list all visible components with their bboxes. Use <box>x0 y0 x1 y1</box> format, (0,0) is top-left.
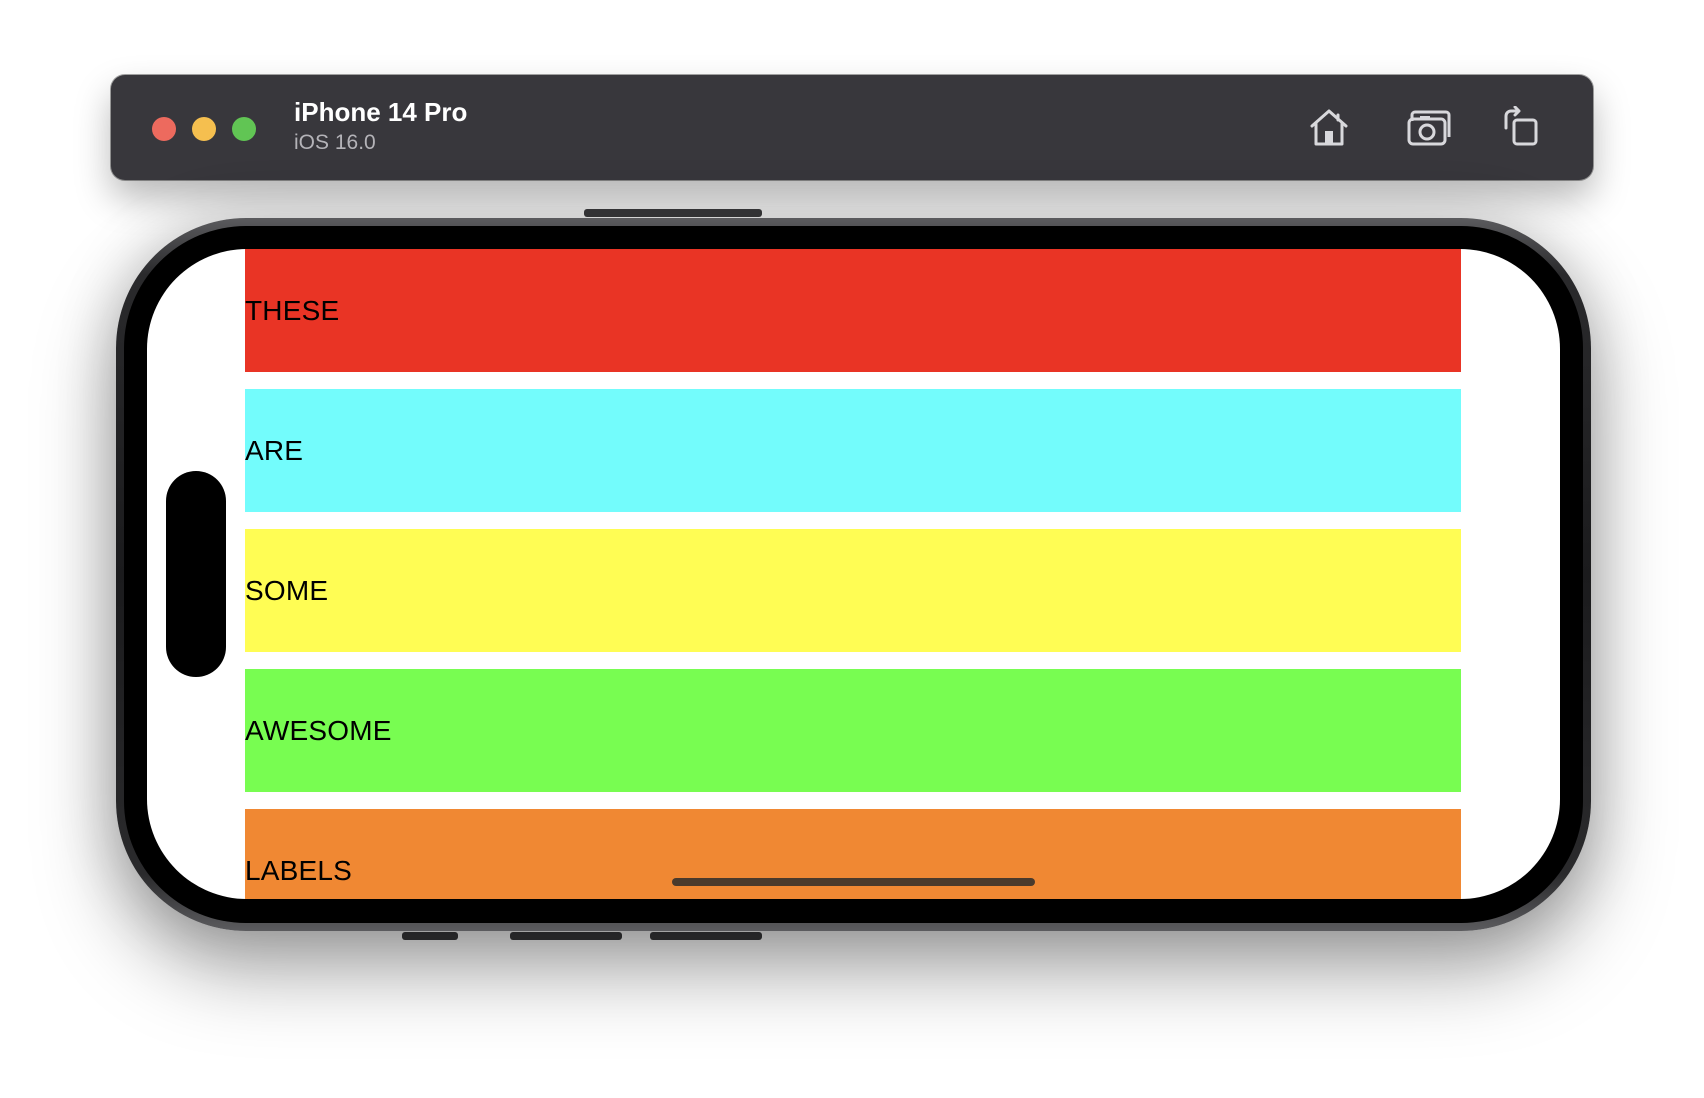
home-icon <box>1310 109 1348 146</box>
action-button <box>402 932 458 940</box>
rotate-button[interactable] <box>1491 99 1547 155</box>
minimize-window-button[interactable] <box>192 117 216 141</box>
os-version: iOS 16.0 <box>294 131 376 154</box>
volume-down-button <box>650 932 762 940</box>
row-label: ARE <box>245 434 304 466</box>
rotate-icon <box>1504 106 1538 146</box>
label-row-these: THESE <box>245 249 1461 372</box>
camera-icon <box>1407 110 1451 146</box>
dynamic-island <box>166 471 226 677</box>
close-window-button[interactable] <box>152 117 176 141</box>
screenshot-button[interactable] <box>1401 99 1457 155</box>
device-name: iPhone 14 Pro <box>294 97 468 127</box>
simulator-window: iPhone 14 Pro iOS 16.0 THESE ARE SOME AW… <box>0 0 1704 1098</box>
device-screen[interactable]: THESE ARE SOME AWESOME LABELS <box>147 249 1560 899</box>
home-indicator[interactable] <box>672 878 1035 886</box>
home-button[interactable] <box>1301 99 1357 155</box>
row-label: AWESOME <box>245 714 392 746</box>
power-button <box>584 209 762 217</box>
label-row-some: SOME <box>245 529 1461 652</box>
row-label: LABELS <box>245 854 353 886</box>
zoom-window-button[interactable] <box>232 117 256 141</box>
simulator-title-bar: iPhone 14 Pro iOS 16.0 <box>111 75 1593 180</box>
label-row-are: ARE <box>245 389 1461 512</box>
row-label: THESE <box>245 294 340 326</box>
row-label: SOME <box>245 574 329 606</box>
label-row-awesome: AWESOME <box>245 669 1461 792</box>
volume-up-button <box>510 932 622 940</box>
